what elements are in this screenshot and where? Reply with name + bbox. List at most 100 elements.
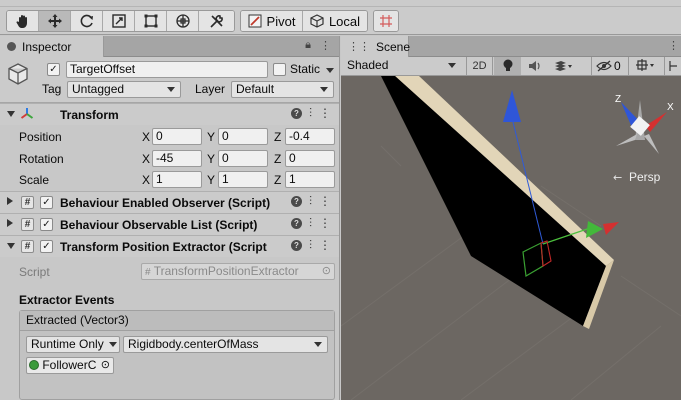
component-header-actions: ? ⫶ ⋮ xyxy=(290,217,331,229)
gizmo-y-arrow[interactable] xyxy=(503,90,521,122)
component-enabled-checkbox[interactable]: ✓ xyxy=(40,196,53,209)
scene-tabbar: ⋮⋮ Scene ⋮ xyxy=(341,36,681,57)
function-value: Rigidbody.centerOfMass xyxy=(128,337,259,351)
move-tool-button[interactable] xyxy=(39,11,71,31)
gizmo-z-arrow[interactable] xyxy=(586,221,603,238)
rect-tool-button[interactable] xyxy=(135,11,167,31)
runtime-mode-dropdown[interactable]: Runtime Only xyxy=(26,336,120,353)
projection-arrow-icon: ← xyxy=(613,171,622,184)
static-dropdown-arrow[interactable] xyxy=(326,68,334,73)
chevron-down-icon xyxy=(314,342,322,347)
hand-tool-button[interactable] xyxy=(7,11,39,31)
transform-component-header[interactable]: Transform ? ⫶ ⋮ xyxy=(0,103,339,125)
presets-icon[interactable]: ⫶ xyxy=(309,195,312,207)
gizmo-cube-neg-x-cone[interactable] xyxy=(616,134,637,146)
component-header-transform-position-extractor[interactable]: # ✓ Transform Position Extractor (Script… xyxy=(0,235,339,257)
component-enabled-checkbox[interactable]: ✓ xyxy=(40,218,53,231)
layer-dropdown[interactable]: Default xyxy=(231,81,334,98)
rotate-tool-button[interactable] xyxy=(71,11,103,31)
help-icon[interactable]: ? xyxy=(290,195,302,207)
tab-menu-icon[interactable]: ⋮ xyxy=(668,39,679,52)
help-icon[interactable]: ? xyxy=(290,107,302,119)
script-object-field[interactable]: # TransformPositionExtractor ⊙ xyxy=(141,263,335,280)
gizmo-cube-neg-z-cone[interactable] xyxy=(644,134,659,154)
tag-dropdown[interactable]: Untagged xyxy=(67,81,181,98)
component-menu-icon[interactable]: ⋮ xyxy=(319,195,331,207)
scale-label: Scale xyxy=(19,173,50,187)
lighting-toggle[interactable] xyxy=(494,57,521,75)
script-hash-icon: # xyxy=(21,196,34,209)
object-name-input[interactable]: TargetOffset xyxy=(66,61,268,78)
lock-icon[interactable]: 🔒︎ xyxy=(305,39,311,52)
custom-tool-button[interactable] xyxy=(199,11,234,31)
component-enabled-checkbox[interactable]: ✓ xyxy=(40,240,53,253)
local-toggle[interactable]: Local xyxy=(303,11,367,31)
target-object-field[interactable]: FollowerC ⊙ xyxy=(26,357,114,374)
tab-scene[interactable]: ⋮⋮ Scene xyxy=(341,36,411,57)
object-picker-icon[interactable]: ⊙ xyxy=(322,264,331,279)
rect-icon xyxy=(144,14,157,28)
shading-mode-value: Shaded xyxy=(347,58,389,72)
foldout-collapsed-icon[interactable] xyxy=(7,197,13,205)
tab-inspector[interactable]: Inspector xyxy=(0,36,104,57)
tab-menu-icon[interactable]: ⋮ xyxy=(320,39,331,52)
component-header-behaviour-enabled-observer[interactable]: # ✓ Behaviour Enabled Observer (Script) … xyxy=(0,191,339,213)
rotation-z-input[interactable]: 0 xyxy=(285,150,335,167)
help-icon[interactable]: ? xyxy=(290,239,302,251)
gizmo-cube-x-cone[interactable] xyxy=(645,112,667,132)
rotation-x-input[interactable]: -45 xyxy=(152,150,202,167)
foldout-expanded-icon[interactable] xyxy=(7,111,15,117)
grid-snap-button[interactable] xyxy=(374,11,398,31)
rotation-y-input[interactable]: 0 xyxy=(218,150,268,167)
static-checkbox[interactable] xyxy=(273,63,286,76)
audio-toggle[interactable] xyxy=(523,57,547,75)
move-arrows-icon xyxy=(47,14,62,28)
scale-y-input[interactable]: 1 xyxy=(218,171,268,188)
orientation-gizmo[interactable]: Z X xyxy=(615,94,674,154)
scale-z-input[interactable]: 1 xyxy=(285,171,335,188)
object-picker-icon[interactable]: ⊙ xyxy=(101,358,110,373)
rotation-y-label: Y xyxy=(207,152,216,166)
projection-label[interactable]: Persp xyxy=(629,170,660,184)
transform-tool-button[interactable] xyxy=(167,11,199,31)
gizmo-z-label: Z xyxy=(615,94,621,105)
event-header: Extracted (Vector3) xyxy=(20,311,334,331)
eye-hidden-icon xyxy=(596,60,612,72)
pivot-toggle[interactable]: Pivot xyxy=(241,11,303,31)
help-icon[interactable]: ? xyxy=(290,217,302,229)
mode-2d-toggle[interactable]: 2D xyxy=(466,57,493,75)
hidden-objects-toggle[interactable]: 0 xyxy=(591,57,626,75)
gizmos-icon xyxy=(635,59,654,71)
position-z-input[interactable]: -0.4 xyxy=(285,128,335,145)
rotate-icon xyxy=(80,14,93,28)
scale-tool-button[interactable] xyxy=(103,11,135,31)
scene-search-toggle[interactable] xyxy=(664,57,681,75)
scene-tab-label: Scene xyxy=(376,39,411,54)
component-header-behaviour-observable-list[interactable]: # ✓ Behaviour Observable List (Script) ?… xyxy=(0,213,339,235)
presets-icon[interactable]: ⫶ xyxy=(309,217,312,229)
effects-dropdown[interactable] xyxy=(549,57,577,75)
gameobject-prefab-icon xyxy=(29,360,39,370)
runtime-mode-value: Runtime Only xyxy=(31,337,104,351)
position-y-label: Y xyxy=(207,130,216,144)
position-x-input[interactable]: 0 xyxy=(152,128,202,145)
component-menu-icon[interactable]: ⋮ xyxy=(319,217,331,229)
component-menu-icon[interactable]: ⋮ xyxy=(319,107,331,119)
presets-icon[interactable]: ⫶ xyxy=(309,107,312,119)
gizmo-x-arrow[interactable] xyxy=(603,222,619,235)
foldout-expanded-icon[interactable] xyxy=(7,243,15,249)
object-header: ✓ TargetOffset Static Tag Untagged Layer… xyxy=(0,57,339,103)
scene-render[interactable]: Z X ← xyxy=(341,76,681,400)
active-checkbox[interactable]: ✓ xyxy=(47,63,60,76)
gizmos-dropdown[interactable] xyxy=(628,57,662,75)
component-menu-icon[interactable]: ⋮ xyxy=(319,239,331,251)
function-dropdown[interactable]: Rigidbody.centerOfMass xyxy=(123,336,328,353)
foldout-collapsed-icon[interactable] xyxy=(7,219,13,227)
presets-icon[interactable]: ⫶ xyxy=(309,239,312,251)
scale-x-input[interactable]: 1 xyxy=(152,171,202,188)
shading-mode-dropdown[interactable]: Shaded xyxy=(343,58,461,75)
position-y-input[interactable]: 0 xyxy=(218,128,268,145)
main-toolbar: Pivot Local xyxy=(0,7,681,35)
scene-viewport[interactable]: Z X ← Persp xyxy=(341,76,681,400)
component-title: Behaviour Observable List (Script) xyxy=(60,218,258,232)
